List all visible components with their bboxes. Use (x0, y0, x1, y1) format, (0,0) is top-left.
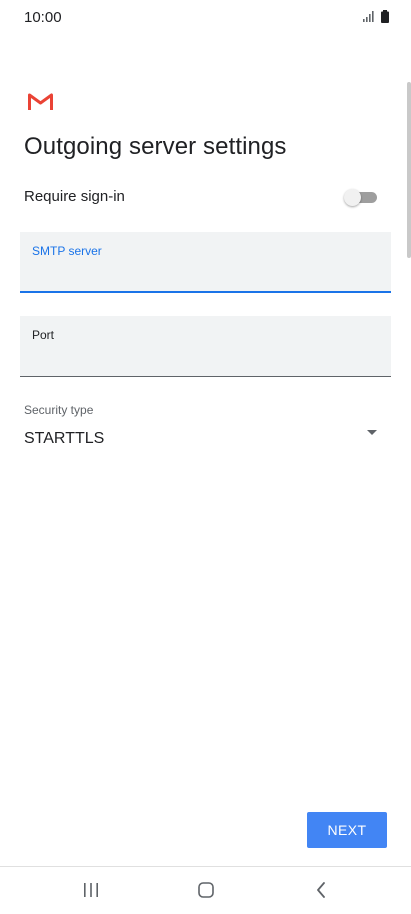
status-icons (363, 10, 389, 23)
require-signin-label: Require sign-in (24, 188, 125, 205)
smtp-server-label: SMTP server (32, 244, 102, 258)
port-input[interactable] (32, 346, 372, 370)
smtp-server-field[interactable]: SMTP server (20, 232, 391, 293)
navigation-bar (0, 867, 411, 914)
port-label: Port (32, 328, 55, 342)
recents-button[interactable] (71, 875, 111, 905)
smtp-server-input[interactable] (32, 262, 372, 286)
back-icon (317, 882, 325, 898)
home-icon (198, 882, 214, 898)
page-title: Outgoing server settings (24, 133, 287, 160)
toggle-knob (344, 189, 361, 206)
security-type-value: STARTTLS (24, 430, 105, 447)
scrollbar[interactable] (407, 82, 411, 258)
security-type-label: Security type (24, 403, 94, 417)
recents-icon (84, 883, 98, 897)
home-button[interactable] (186, 875, 226, 905)
port-field[interactable]: Port (20, 316, 391, 377)
signal-icon (363, 11, 374, 22)
status-time: 10:00 (24, 9, 62, 26)
gmail-logo-icon (28, 93, 53, 110)
dropdown-arrow-icon (367, 430, 377, 435)
security-type-select[interactable]: STARTTLS (24, 424, 387, 456)
back-button[interactable] (301, 875, 341, 905)
require-signin-row[interactable]: Require sign-in (24, 186, 387, 210)
next-button[interactable]: NEXT (307, 812, 387, 848)
require-signin-toggle[interactable] (344, 189, 377, 206)
status-bar: 10:00 (0, 0, 411, 36)
battery-icon (381, 10, 389, 23)
